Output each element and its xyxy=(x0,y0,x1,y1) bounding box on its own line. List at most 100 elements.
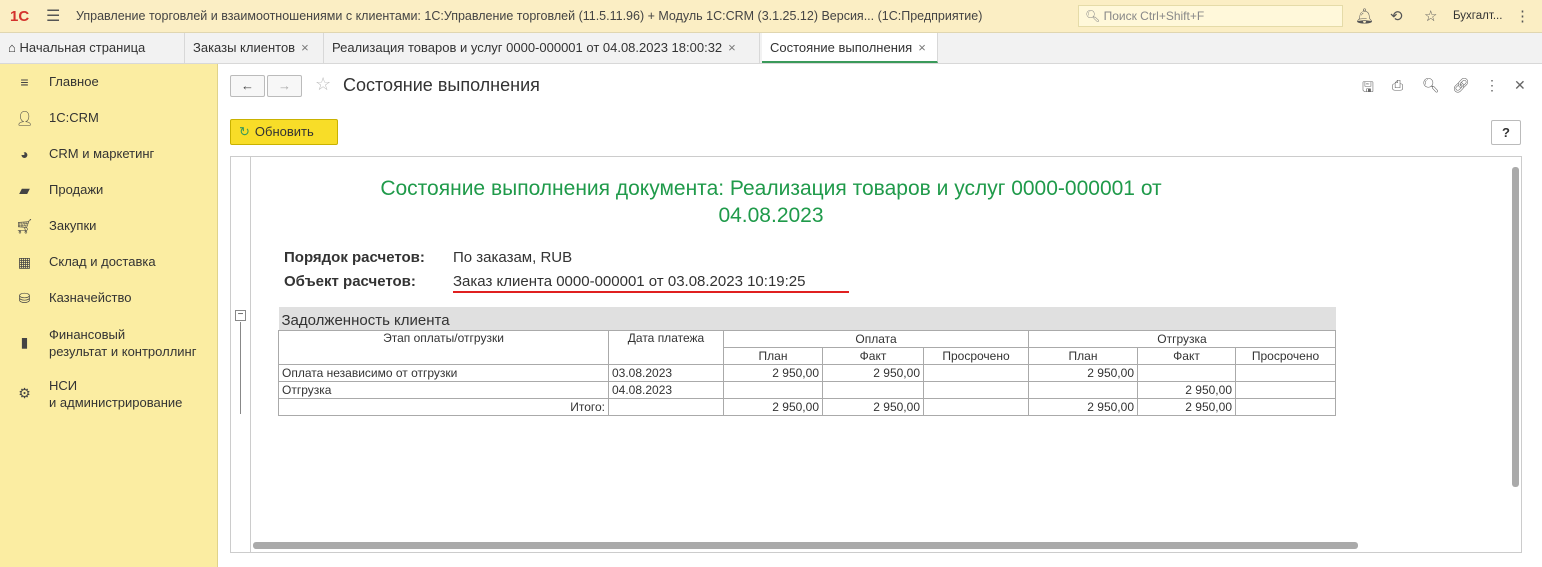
group-line xyxy=(240,322,241,414)
link-icon[interactable]: 🔗︎ xyxy=(1452,77,1470,94)
close-icon[interactable]: ✕ xyxy=(1514,77,1526,94)
sidebar-item-purchases[interactable]: 🛒︎ Закупки xyxy=(0,218,218,235)
header-shipment: Отгрузка xyxy=(1028,329,1336,348)
page-title: Состояние выполнения xyxy=(343,75,540,95)
header-fact: Факт xyxy=(822,346,924,365)
sidebar-item-admin[interactable]: ⚙ НСИ и администрирование xyxy=(0,377,218,411)
sidebar-label: Главное xyxy=(49,74,99,89)
forward-button[interactable]: → xyxy=(267,75,302,97)
header-stage: Этап оплаты/отгрузки xyxy=(278,329,609,365)
cell-pay-plan: 2 950,00 xyxy=(723,363,823,382)
tab-home[interactable]: ⌂ Начальная страница xyxy=(0,33,185,63)
more-icon[interactable]: ⋮ xyxy=(1515,7,1530,25)
close-icon[interactable]: × xyxy=(918,40,926,55)
search-placeholder: Поиск Ctrl+Shift+F xyxy=(1103,9,1205,23)
sidebar-item-finance[interactable]: ▮ Финансовый результат и контроллинг xyxy=(0,326,218,360)
vertical-scrollbar[interactable] xyxy=(1512,167,1519,487)
cell-pay-plan xyxy=(723,380,823,399)
tab-status[interactable]: Состояние выполнения × xyxy=(762,33,938,63)
table-row: Оплата независимо от отгрузки 03.08.2023 2… xyxy=(278,363,1336,382)
refresh-label: Обновить xyxy=(254,124,314,139)
header-overdue: Просрочено xyxy=(1235,346,1336,365)
sidebar-label: Закупки xyxy=(49,218,97,233)
1c-logo: 1С xyxy=(10,7,30,25)
sidebar-item-warehouse[interactable]: ▦ Склад и доставка xyxy=(0,254,218,271)
print-icon[interactable]: ⎙ xyxy=(1392,77,1403,94)
object-label: Объект расчетов: xyxy=(284,273,416,290)
bag-icon: ▰ xyxy=(19,182,30,198)
cell-pay-overdue xyxy=(923,380,1029,399)
refresh-button[interactable]: ↻ Обновить xyxy=(230,119,338,145)
help-button[interactable]: ? xyxy=(1491,120,1521,145)
horizontal-scrollbar[interactable] xyxy=(253,542,1358,549)
header-date: Дата платежа xyxy=(608,329,724,365)
cell-empty xyxy=(608,397,724,416)
total-pay-overdue xyxy=(923,397,1029,416)
order-label: Порядок расчетов: xyxy=(284,249,425,266)
bell-icon[interactable]: 🔔︎ xyxy=(1355,7,1374,25)
total-ship-fact: 2 950,00 xyxy=(1137,397,1236,416)
order-value: По заказам, RUB xyxy=(453,249,573,266)
tab-label: Состояние выполнения xyxy=(770,40,913,55)
sidebar-label: 1С:CRM xyxy=(49,110,99,125)
sidebar-item-treasury[interactable]: ⛁ Казначейство xyxy=(0,290,218,307)
sidebar: ≡ Главное 👤︎ 1С:CRM ◕ CRM и маркетинг ▰ Прод… xyxy=(0,64,218,567)
tab-orders[interactable]: Заказы клиентов × xyxy=(185,33,324,63)
total-pay-fact: 2 950,00 xyxy=(822,397,924,416)
user-name[interactable]: Бухгалт... xyxy=(1453,10,1502,22)
header-payment: Оплата xyxy=(723,329,1029,348)
sidebar-item-main[interactable]: ≡ Главное xyxy=(0,74,218,90)
content: ← → ☆ Состояние выполнения 🖫 ⎙ 🔍︎ 🔗︎ ⋮ ✕… xyxy=(219,64,1542,567)
cart-icon: 🛒︎ xyxy=(15,218,34,234)
collapse-toggle[interactable]: − xyxy=(235,310,246,321)
save-icon[interactable]: 🖫 xyxy=(1362,77,1374,101)
object-link[interactable]: Заказ клиента 0000-000001 от 03.08.2023 … xyxy=(453,273,805,290)
favorite-star-icon[interactable]: ☆ xyxy=(315,74,331,95)
list-icon: ≡ xyxy=(20,74,29,90)
close-icon[interactable]: × xyxy=(301,40,309,55)
title-bar: 1С ☰ Управление торговлей и взаимоотноше… xyxy=(0,0,1542,33)
total-pay-plan: 2 950,00 xyxy=(723,397,823,416)
header-plan: План xyxy=(723,346,823,365)
grid-icon: ▦ xyxy=(17,254,32,270)
menu-icon[interactable]: ☰ xyxy=(46,6,76,26)
sidebar-item-marketing[interactable]: ◕ CRM и маркетинг xyxy=(0,146,218,162)
more-icon[interactable]: ⋮ xyxy=(1485,77,1499,94)
cell-pay-overdue xyxy=(923,363,1029,382)
coins-icon: ⛁ xyxy=(18,290,31,306)
header-overdue: Просрочено xyxy=(923,346,1029,365)
cell-ship-overdue xyxy=(1235,363,1336,382)
red-underline xyxy=(453,291,849,293)
star-icon[interactable]: ☆ xyxy=(1424,7,1437,25)
tab-realization[interactable]: Реализация товаров и услуг 0000-000001 о… xyxy=(324,33,760,63)
cell-ship-overdue xyxy=(1235,380,1336,399)
app-title: Управление торговлей и взаимоотношениями… xyxy=(76,9,983,23)
refresh-icon: ↻ xyxy=(239,124,250,139)
total-row: Итого: 2 950,00 2 950,00 2 950,00 2 950,00 xyxy=(278,397,1336,416)
header-plan: План xyxy=(1028,346,1138,365)
history-icon[interactable]: ⟲ xyxy=(1390,7,1403,25)
search-input[interactable]: 🔍︎ Поиск Ctrl+Shift+F xyxy=(1078,5,1343,27)
debt-table: Задолженность клиента Этап оплаты/отгруз… xyxy=(278,307,1336,416)
home-icon: ⌂ xyxy=(8,40,16,55)
cell-date: 03.08.2023 xyxy=(608,363,724,382)
cell-pay-fact: 2 950,00 xyxy=(822,363,924,382)
users-icon: 👤︎ xyxy=(15,110,34,126)
tab-label: Реализация товаров и услуг 0000-000001 о… xyxy=(332,40,723,55)
total-label: Итого: xyxy=(278,397,609,416)
cell-ship-plan: 2 950,00 xyxy=(1028,363,1138,382)
cell-pay-fact xyxy=(822,380,924,399)
preview-icon[interactable]: 🔍︎ xyxy=(1422,77,1440,94)
sidebar-label: Склад и доставка xyxy=(49,254,156,269)
cell-stage: Отгрузка xyxy=(278,380,609,399)
cell-ship-plan xyxy=(1028,380,1138,399)
report-gutter xyxy=(231,157,251,552)
close-icon[interactable]: × xyxy=(728,40,736,55)
header-fact: Факт xyxy=(1137,346,1236,365)
gear-icon: ⚙ xyxy=(18,385,31,401)
sidebar-item-sales[interactable]: ▰ Продажи xyxy=(0,182,218,199)
back-button[interactable]: ← xyxy=(230,75,265,97)
sidebar-label: Казначейство xyxy=(49,290,132,305)
report-area: − Состояние выполнения документа: Реализ… xyxy=(230,156,1522,553)
sidebar-item-crm[interactable]: 👤︎ 1С:CRM xyxy=(0,110,218,127)
